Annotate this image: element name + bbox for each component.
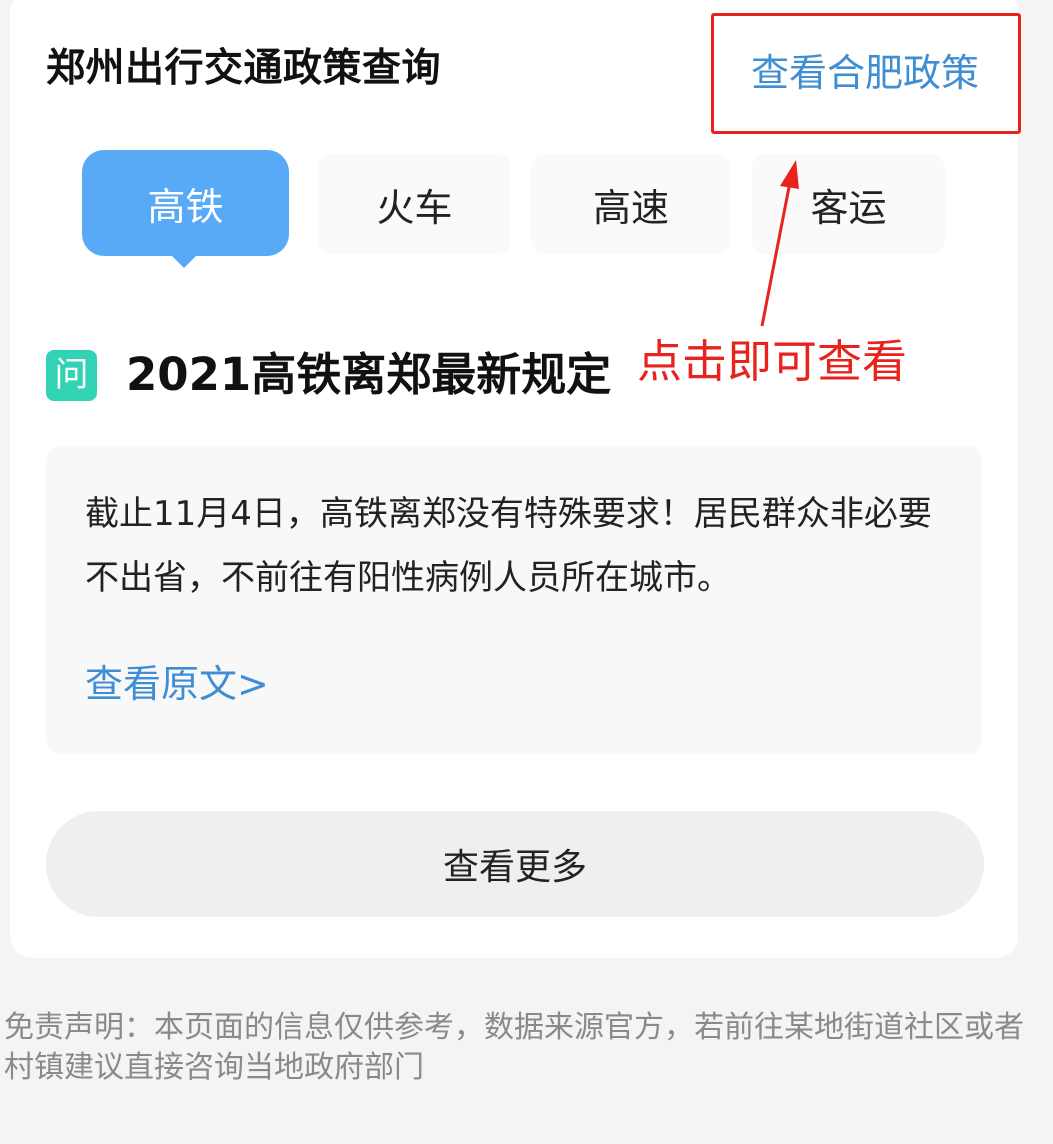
question-icon: 问 (46, 350, 97, 401)
view-more-button[interactable]: 查看更多 (46, 811, 984, 917)
disclaimer-text: 免责声明：本页面的信息仅供参考，数据来源官方，若前往某地街道社区或者村镇建议直接… (4, 1010, 1024, 1085)
tab-high-speed-rail[interactable]: 高铁 (82, 150, 289, 256)
annotation-highlight-box (711, 13, 1021, 134)
annotation-text: 点击即可查看 (637, 335, 908, 388)
active-tab-pointer (170, 254, 198, 268)
view-original-link[interactable]: 查看原文> (85, 652, 269, 716)
tab-train[interactable]: 火车 (318, 154, 511, 254)
page-title: 郑州出行交通政策查询 (46, 46, 442, 91)
question-title: 2021高铁离郑最新规定 (126, 348, 612, 401)
tab-highway[interactable]: 高速 (531, 154, 731, 254)
answer-text: 截止11月4日，高铁离郑没有特殊要求！居民群众非必要不出省，不前往有阳性病例人员… (85, 494, 932, 598)
annotation-arrow-icon (760, 160, 799, 327)
